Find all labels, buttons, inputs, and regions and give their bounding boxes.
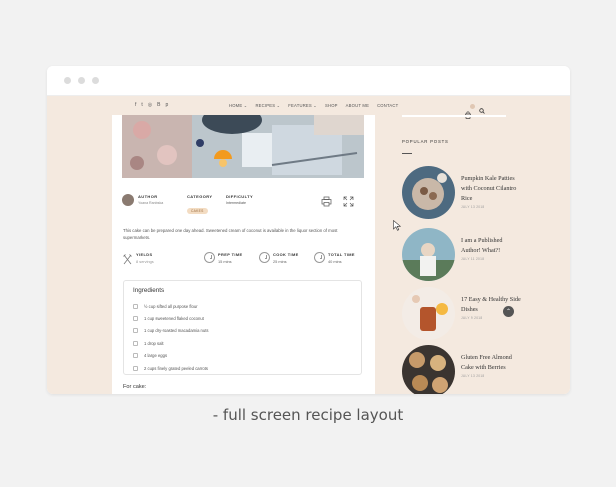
ingredient-text: ½ cup sifted all purpose flour — [144, 303, 198, 309]
category-label: CATEGORY — [187, 194, 213, 199]
twitter-icon[interactable]: t — [141, 102, 142, 108]
instagram-icon[interactable]: ◎ — [148, 102, 152, 108]
facebook-icon[interactable]: f — [135, 102, 136, 108]
ingredient-checkbox[interactable] — [133, 303, 138, 309]
site-navbar: f t ◎ B p HOME ⌄ RECIPES ⌄ FEATURES ⌄ SH… — [47, 96, 570, 119]
recipe-times: YIELDS 8 servings PREP TIME 15 mins COOK… — [122, 252, 364, 270]
window-dot-close[interactable] — [64, 77, 71, 84]
ingredient-text: 2 cups finely grated peeled carrots — [144, 365, 209, 371]
ingredient-text: 1 drop salt — [144, 340, 164, 346]
post-title[interactable]: I am a Published Author! What?! — [461, 236, 521, 256]
difficulty-block: DIFFICULTY Intermediate — [226, 194, 253, 205]
clock-icon — [314, 252, 325, 263]
for-cake-heading: For cake: — [123, 384, 147, 390]
post-date: JULY 13 2018 — [461, 205, 485, 209]
cursor-icon — [393, 218, 402, 236]
recipe-meta: AUTHOR Yoana Ranbska CATEGORY CAKES DIFF… — [122, 194, 364, 214]
ingredients-title: Ingredients — [133, 287, 165, 294]
yields-label: YIELDS — [136, 252, 153, 257]
post-title[interactable]: Gluten Free Almond Cake with Berries — [461, 353, 521, 373]
sidebar-divider — [402, 115, 506, 117]
clock-icon — [204, 252, 215, 263]
title-underline — [402, 153, 412, 154]
website: f t ◎ B p HOME ⌄ RECIPES ⌄ FEATURES ⌄ SH… — [47, 96, 570, 394]
bloglovin-icon[interactable]: B — [157, 102, 160, 108]
category-block: CATEGORY CAKES — [187, 194, 212, 217]
total-time-block: TOTAL TIME 40 mins — [314, 252, 355, 264]
cart-badge — [470, 104, 475, 109]
ingredient-checkbox[interactable] — [133, 340, 138, 346]
post-thumbnail[interactable] — [402, 166, 455, 219]
recipe-content: AUTHOR Yoana Ranbska CATEGORY CAKES DIFF… — [112, 115, 375, 394]
ingredient-item[interactable]: 2 cups finely grated peeled carrots — [133, 362, 352, 374]
cook-time-block: COOK TIME 25 mins — [259, 252, 299, 264]
post-title[interactable]: Pumpkin Kale Patties with Coconut Cilant… — [461, 174, 521, 204]
ingredient-item[interactable]: ½ cup sifted all purpose flour — [133, 300, 352, 312]
menu-item-shop[interactable]: SHOP — [325, 103, 338, 108]
cart-icon[interactable] — [464, 104, 475, 119]
ingredient-text: 4 large eggs — [144, 353, 168, 359]
total-time-value: 40 mins — [328, 259, 342, 264]
prep-time-block: PREP TIME 15 mins — [204, 252, 243, 264]
caption: - full screen recipe layout — [212, 406, 404, 424]
post-date: JULY 13 2018 — [461, 374, 485, 378]
popular-posts-title: POPULAR POSTS — [402, 139, 449, 144]
main-menu: HOME ⌄ RECIPES ⌄ FEATURES ⌄ SHOP ABOUT M… — [229, 103, 398, 108]
post-date: JULY 9 2018 — [461, 316, 483, 320]
author-block: AUTHOR Yoana Ranbska — [122, 194, 163, 206]
prep-time-value: 15 mins — [218, 259, 232, 264]
recipe-intro: This cake can be prepared one day ahead.… — [123, 228, 338, 241]
ingredient-text: 1 cup dry-roasted macadamia nuts — [144, 328, 209, 334]
ingredient-item[interactable]: 1 cup sweetened flaked coconut — [133, 312, 352, 324]
yields-block: YIELDS 8 servings — [122, 252, 154, 270]
browser-window: f t ◎ B p HOME ⌄ RECIPES ⌄ FEATURES ⌄ SH… — [47, 66, 570, 394]
ingredient-item[interactable]: 1 drop salt — [133, 337, 352, 349]
recipe-hero-image — [122, 115, 364, 178]
popular-post[interactable]: I am a Published Author! What?! JULY 11 … — [402, 228, 562, 284]
prep-time-label: PREP TIME — [218, 252, 243, 257]
social-links: f t ◎ B p — [135, 102, 168, 108]
scroll-to-top-button[interactable]: ⌃ — [503, 306, 514, 317]
post-thumbnail[interactable] — [402, 345, 455, 394]
total-time-label: TOTAL TIME — [328, 252, 355, 257]
popular-post[interactable]: Gluten Free Almond Cake with Berries JUL… — [402, 345, 562, 394]
menu-item-contact[interactable]: CONTACT — [377, 103, 398, 108]
ingredient-checkbox[interactable] — [133, 316, 138, 322]
avatar[interactable] — [122, 194, 134, 206]
cook-time-value: 25 mins — [273, 259, 287, 264]
difficulty-label: DIFFICULTY — [226, 194, 254, 199]
utensils-icon — [122, 252, 133, 270]
post-thumbnail[interactable] — [402, 228, 455, 281]
yields-value: 8 servings — [136, 259, 154, 264]
window-dot-minimize[interactable] — [78, 77, 85, 84]
ingredient-checkbox[interactable] — [133, 365, 138, 371]
popular-post[interactable]: Pumpkin Kale Patties with Coconut Cilant… — [402, 166, 562, 222]
browser-toolbar — [47, 66, 570, 96]
clock-icon — [259, 252, 270, 263]
author-label: AUTHOR — [138, 194, 158, 199]
ingredients-box: Ingredients ½ cup sifted all purpose flo… — [123, 280, 362, 375]
menu-item-home[interactable]: HOME ⌄ — [229, 103, 247, 108]
author-name[interactable]: Yoana Ranbska — [138, 201, 163, 205]
menu-item-features[interactable]: FEATURES ⌄ — [288, 103, 317, 108]
pinterest-icon[interactable]: p — [166, 102, 169, 108]
sidebar: POPULAR POSTS Pumpkin Kale Patties with … — [402, 115, 570, 394]
popular-post[interactable]: 17 Easy & Healthy Side Dishes JULY 9 201… — [402, 287, 562, 343]
menu-item-recipes[interactable]: RECIPES ⌄ — [255, 103, 280, 108]
ingredient-checkbox[interactable] — [133, 353, 138, 359]
post-thumbnail[interactable] — [402, 287, 455, 340]
window-dot-maximize[interactable] — [92, 77, 99, 84]
post-date: JULY 11 2018 — [461, 257, 485, 261]
difficulty-value: Intermediate — [226, 201, 246, 205]
ingredient-text: 1 cup sweetened flaked coconut — [144, 316, 204, 322]
category-pill[interactable]: CAKES — [187, 208, 208, 214]
ingredient-checkbox[interactable] — [133, 328, 138, 334]
cook-time-label: COOK TIME — [273, 252, 299, 257]
ingredient-item[interactable]: 4 large eggs — [133, 350, 352, 362]
menu-item-about[interactable]: ABOUT ME — [346, 103, 369, 108]
ingredient-item[interactable]: 1 cup dry-roasted macadamia nuts — [133, 325, 352, 337]
